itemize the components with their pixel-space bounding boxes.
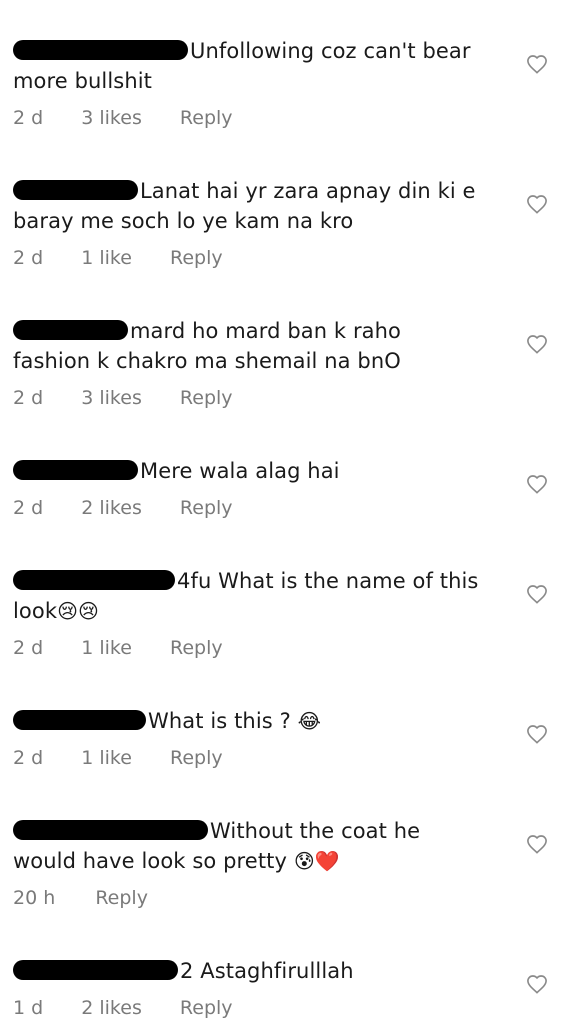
redacted-username — [13, 710, 146, 730]
emoji-laughing: 😂 — [297, 709, 322, 733]
comment-text: What is this ? 😂 — [13, 706, 513, 736]
likes-count[interactable]: 2 likes — [81, 996, 142, 1020]
comment-meta: 1 d 2 likes Reply — [13, 996, 233, 1020]
comment-text-line: Mere wala alag hai — [140, 459, 340, 483]
comment-meta: 2 d 1 like Reply — [13, 636, 223, 660]
emoji-crying: 😢😢 — [57, 599, 99, 623]
redacted-username — [13, 460, 138, 480]
comment-text-line: fashion k chakro ma shemail na bnO — [13, 349, 401, 373]
likes-count[interactable]: 2 likes — [81, 496, 142, 520]
reply-button[interactable]: Reply — [95, 886, 148, 910]
comment-meta: 2 d 2 likes Reply — [13, 496, 233, 520]
redacted-username — [13, 570, 175, 590]
heart-outline-icon[interactable] — [526, 724, 548, 744]
heart-outline-icon[interactable] — [526, 194, 548, 214]
comment-meta: 2 d 1 like Reply — [13, 246, 223, 270]
comment-text: Unfollowing coz can't bear more bullshit — [13, 36, 513, 96]
comment-text-line: Astaghfirulllah — [200, 959, 354, 983]
redacted-username — [13, 960, 178, 980]
reply-button[interactable]: Reply — [170, 746, 223, 770]
comment-meta: 2 d 3 likes Reply — [13, 106, 233, 130]
redacted-username — [13, 180, 138, 200]
comment-time: 2 d — [13, 387, 44, 409]
reply-button[interactable]: Reply — [180, 106, 233, 130]
comment-time: 20 h — [13, 887, 56, 909]
likes-count[interactable]: 1 like — [81, 746, 132, 770]
comment-meta: 2 d 3 likes Reply — [13, 386, 233, 410]
heart-outline-icon[interactable] — [526, 474, 548, 494]
reply-button[interactable]: Reply — [170, 246, 223, 270]
comment-meta: 2 d 1 like Reply — [13, 746, 223, 770]
comment-time: 2 d — [13, 637, 44, 659]
comment-time: 2 d — [13, 107, 44, 129]
comment-text-line: What is the name of this — [218, 569, 479, 593]
comment-time: 1 d — [13, 997, 44, 1019]
comment-text-line: What is this ? — [148, 709, 291, 733]
emoji-scared-heart: 😰❤️ — [293, 849, 340, 873]
username-visible-part[interactable]: 4fu — [177, 569, 211, 593]
redacted-username — [13, 820, 208, 840]
comment-time: 2 d — [13, 747, 44, 769]
comment-text: mard ho mard ban k raho fashion k chakro… — [13, 316, 513, 376]
comment-text-line: Lanat hai yr zara apnay din ki e — [140, 179, 476, 203]
comment-text-line: mard ho mard ban k raho — [130, 319, 402, 343]
heart-outline-icon[interactable] — [526, 584, 548, 604]
likes-count[interactable]: 1 like — [81, 246, 132, 270]
reply-button[interactable]: Reply — [180, 386, 233, 410]
comment-text: Without the coat he would have look so p… — [13, 816, 513, 876]
comment-text: Lanat hai yr zara apnay din ki e baray m… — [13, 176, 513, 236]
comment-text-line: Without the coat he — [210, 819, 421, 843]
heart-outline-icon[interactable] — [526, 334, 548, 354]
likes-count[interactable]: 3 likes — [81, 106, 142, 130]
comment-text: 2 Astaghfirulllah — [13, 956, 513, 986]
comment-time: 2 d — [13, 247, 44, 269]
heart-outline-icon[interactable] — [526, 834, 548, 854]
comment-time: 2 d — [13, 497, 44, 519]
comment-meta: 20 h Reply — [13, 886, 148, 910]
redacted-username — [13, 320, 128, 340]
likes-count[interactable]: 3 likes — [81, 386, 142, 410]
heart-outline-icon[interactable] — [526, 54, 548, 74]
likes-count[interactable]: 1 like — [81, 636, 132, 660]
comment-text-line: would have look so pretty — [13, 849, 288, 873]
comment-text: Mere wala alag hai — [13, 456, 513, 486]
comment-text-line: Unfollowing coz can't bear — [190, 39, 471, 63]
comment-text-line: look — [13, 599, 58, 623]
username-visible-part[interactable]: 2 — [180, 959, 193, 983]
comment-text-line: baray me soch lo ye kam na kro — [13, 209, 354, 233]
reply-button[interactable]: Reply — [170, 636, 223, 660]
reply-button[interactable]: Reply — [180, 996, 233, 1020]
comment-text-line: more bullshit — [13, 69, 152, 93]
heart-outline-icon[interactable] — [526, 974, 548, 994]
comment-text: 4fu What is the name of this look😢😢 — [13, 566, 513, 626]
reply-button[interactable]: Reply — [180, 496, 233, 520]
redacted-username — [13, 40, 188, 60]
